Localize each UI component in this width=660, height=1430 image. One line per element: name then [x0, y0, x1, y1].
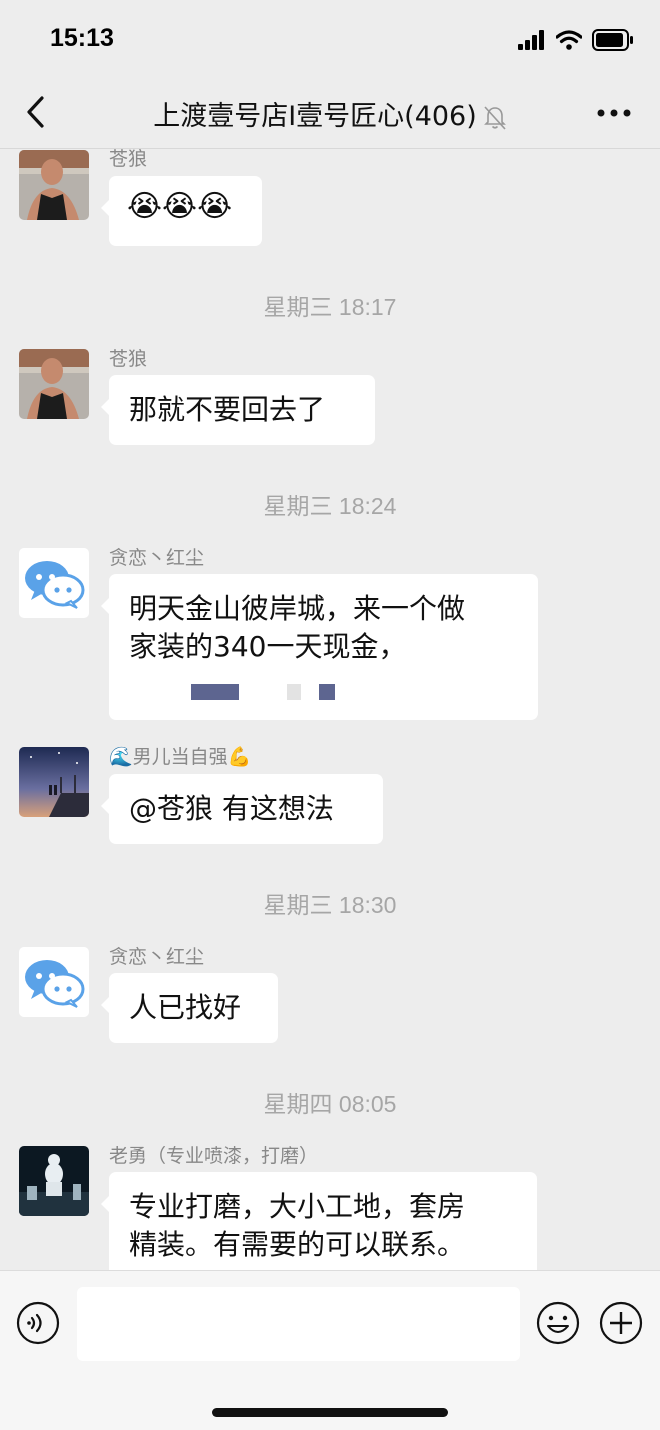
status-bar: 15:13	[0, 0, 660, 80]
message-text-line: 明天金山彼岸城，来一个做	[129, 592, 466, 625]
avatar[interactable]	[19, 150, 89, 220]
chat-timestamp: 星期三 18:24	[263, 493, 397, 519]
chat-area[interactable]: 苍狼 😭😭😭 星期三 18:17 苍狼 那就不要回去了 星期三 18:24 贪恋…	[0, 149, 660, 1270]
sender-name: 苍狼	[109, 348, 148, 370]
redaction-marks	[109, 674, 509, 714]
message-text-line: 精装。有需要的可以联系。	[129, 1228, 466, 1261]
avatar[interactable]	[19, 548, 89, 618]
message-text: 那就不要回去了	[129, 393, 326, 426]
status-time: 15:13	[50, 24, 114, 52]
message-bubble[interactable]: @苍狼 有这想法	[101, 774, 383, 844]
chat-timestamp: 星期三 18:17	[263, 294, 397, 320]
message-bubble[interactable]: 人已找好	[101, 973, 278, 1043]
avatar[interactable]	[19, 1146, 89, 1216]
message-bubble[interactable]: 😭😭😭	[101, 176, 262, 246]
message-text-line: 专业打磨，大小工地，套房	[129, 1190, 466, 1223]
signal-icon	[518, 30, 544, 50]
home-indicator[interactable]	[212, 1408, 448, 1417]
message-text: @苍狼 有这想法	[129, 792, 334, 825]
message-input[interactable]	[77, 1287, 520, 1361]
avatar[interactable]	[19, 349, 89, 419]
avatar-man-photo	[19, 349, 89, 419]
more-options-icon[interactable]	[596, 106, 632, 120]
chat-title-text: 上渡壹号店I壹号匠心(406)	[153, 101, 477, 132]
chat-header: 上渡壹号店I壹号匠心(406)	[0, 80, 660, 149]
avatar-man-photo	[19, 150, 89, 220]
chat-timestamp: 星期四 08:05	[263, 1091, 397, 1117]
sender-name: 贪恋丶红尘	[109, 547, 205, 569]
message-bubble[interactable]: 专业打磨，大小工地，套房 精装。有需要的可以联系。	[101, 1172, 537, 1270]
add-attachment-icon[interactable]	[599, 1301, 643, 1345]
wifi-icon	[556, 30, 582, 50]
message-bubble[interactable]: 那就不要回去了	[101, 375, 375, 445]
message-bubble[interactable]: 明天金山彼岸城，来一个做 家装的340一天现金，	[101, 574, 538, 720]
input-bar	[0, 1270, 660, 1430]
system-icons	[518, 28, 634, 52]
message-text: 人已找好	[129, 991, 242, 1024]
emoji-icon[interactable]	[536, 1301, 580, 1345]
avatar-default-chat-icon	[19, 947, 89, 1017]
avatar-statue-photo	[19, 1146, 89, 1216]
avatar-night-sky-photo	[19, 747, 89, 817]
avatar[interactable]	[19, 747, 89, 817]
message-text-line: 家装的340一天现金，	[129, 630, 407, 663]
mute-bell-icon	[483, 105, 506, 130]
message-emoji: 😭😭😭	[127, 189, 233, 224]
sender-name: 贪恋丶红尘	[109, 946, 205, 968]
chat-timestamp: 星期三 18:30	[263, 892, 397, 918]
sender-name: 🌊男儿当自强💪	[109, 746, 252, 768]
chat-title: 上渡壹号店I壹号匠心(406)	[0, 94, 660, 133]
voice-input-icon[interactable]	[16, 1301, 60, 1345]
sender-name: 苍狼	[109, 149, 148, 170]
sender-name: 老勇（专业喷漆，打磨）	[109, 1145, 319, 1167]
avatar[interactable]	[19, 947, 89, 1017]
battery-icon	[592, 29, 633, 51]
avatar-default-chat-icon	[19, 548, 89, 618]
